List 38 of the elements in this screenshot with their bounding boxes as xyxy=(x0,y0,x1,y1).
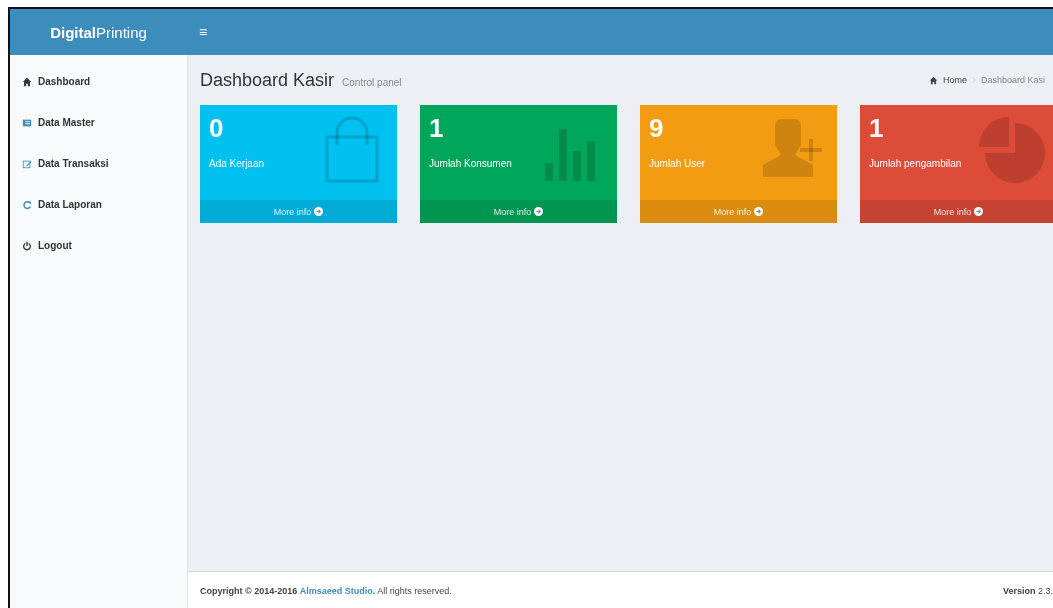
breadcrumb-separator xyxy=(971,77,976,83)
power-icon xyxy=(22,240,32,251)
page-title: Dashboard Kasir xyxy=(200,69,335,91)
pie-chart-icon xyxy=(977,115,1047,185)
version-text: Version 2.3. xyxy=(1002,586,1053,596)
stat-label: Ada Kerjaan xyxy=(209,158,266,170)
arrow-circle-icon xyxy=(314,207,324,216)
stat-label: Jumlah Konsumen xyxy=(429,158,513,170)
more-info-link[interactable]: More info xyxy=(420,200,617,223)
studio-link[interactable]: Almsaeed Studio. xyxy=(299,586,376,596)
refresh-icon xyxy=(22,199,32,210)
breadcrumb-current: Dashboard Kasi xyxy=(980,75,1045,85)
breadcrumb-link[interactable]: Home xyxy=(942,75,967,85)
sidebar-item[interactable]: Logout xyxy=(10,229,187,270)
sidebar-item[interactable]: Dashboard xyxy=(10,65,187,106)
arrow-circle-icon xyxy=(974,207,984,216)
stat-label: Jumlah pengambilan xyxy=(869,158,963,170)
sidebar-item[interactable]: Data Transaksi xyxy=(10,147,187,188)
home-icon xyxy=(928,75,938,85)
stat-value: 1 xyxy=(869,113,885,145)
more-info-link[interactable]: More info xyxy=(200,200,397,223)
stat-label: Jumlah User xyxy=(649,158,707,170)
copyright-text: Copyright © 2014-2016 Almsaeed Studio. All rights reserved. xyxy=(200,586,452,596)
more-info-link[interactable]: More info xyxy=(640,200,837,223)
sidebar-item[interactable]: Data Master xyxy=(10,106,187,147)
table-icon xyxy=(22,117,32,128)
more-info-link[interactable]: More info xyxy=(860,200,1053,223)
logo[interactable]: DigitalPrinting xyxy=(50,23,147,41)
home-icon xyxy=(22,76,32,87)
menu-toggle-button[interactable]: ≡ xyxy=(195,22,212,42)
arrow-circle-icon xyxy=(754,207,764,216)
page-subtitle: Control panel xyxy=(342,76,402,88)
edit-icon xyxy=(22,158,32,169)
stat-value: 0 xyxy=(209,113,225,145)
sidebar-item[interactable]: Data Laporan xyxy=(10,188,187,229)
arrow-circle-icon xyxy=(534,207,544,216)
stat-value: 9 xyxy=(649,113,665,145)
stat-value: 1 xyxy=(429,113,445,145)
